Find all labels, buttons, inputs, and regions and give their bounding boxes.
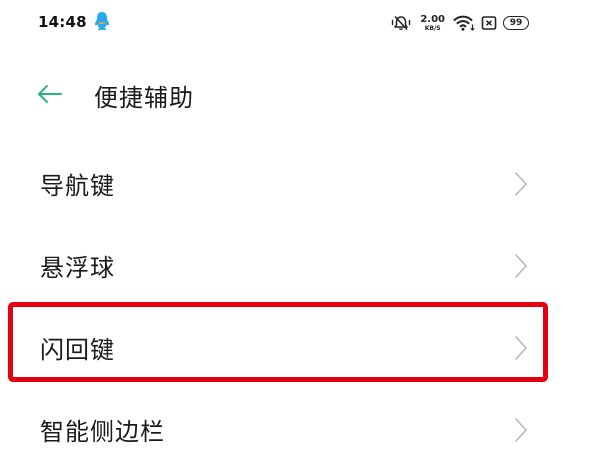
- chevron-right-icon: [515, 418, 527, 442]
- menu-item-label: 导航键: [40, 172, 115, 200]
- chevron-right-icon: [515, 254, 527, 278]
- menu-item-floating-ball[interactable]: 悬浮球: [0, 224, 607, 306]
- chevron-right-icon: [515, 172, 527, 196]
- sim-icon: [481, 16, 497, 30]
- page-header: 便捷辅助: [0, 70, 607, 120]
- wifi-icon: [453, 15, 475, 31]
- back-arrow-icon[interactable]: [36, 80, 64, 108]
- status-time: 14:48: [38, 13, 87, 31]
- menu-item-navigation-keys[interactable]: 导航键: [0, 142, 607, 224]
- menu-list: 导航键 悬浮球 闪回键 智能侧边栏: [0, 142, 607, 470]
- menu-item-label: 闪回键: [40, 336, 115, 364]
- chevron-right-icon: [515, 336, 527, 360]
- net-speed-unit: KB/S: [424, 24, 441, 32]
- mute-icon: [392, 15, 411, 31]
- battery-level: 99: [509, 18, 523, 28]
- net-speed-value: 2.00: [420, 13, 445, 25]
- qq-icon: [95, 12, 109, 31]
- status-icons: 2.00 KB/S 99: [390, 12, 529, 34]
- menu-item-flashback-key[interactable]: 闪回键: [0, 306, 607, 388]
- status-bar: 14:48 2.00 KB/S 99: [0, 0, 607, 46]
- menu-item-smart-sidebar[interactable]: 智能侧边栏: [0, 388, 607, 470]
- menu-item-label: 悬浮球: [40, 254, 115, 282]
- net-speed: 2.00 KB/S: [420, 13, 445, 32]
- menu-item-label: 智能侧边栏: [40, 418, 165, 446]
- page-title: 便捷辅助: [94, 84, 194, 112]
- battery-icon: 99: [503, 16, 529, 30]
